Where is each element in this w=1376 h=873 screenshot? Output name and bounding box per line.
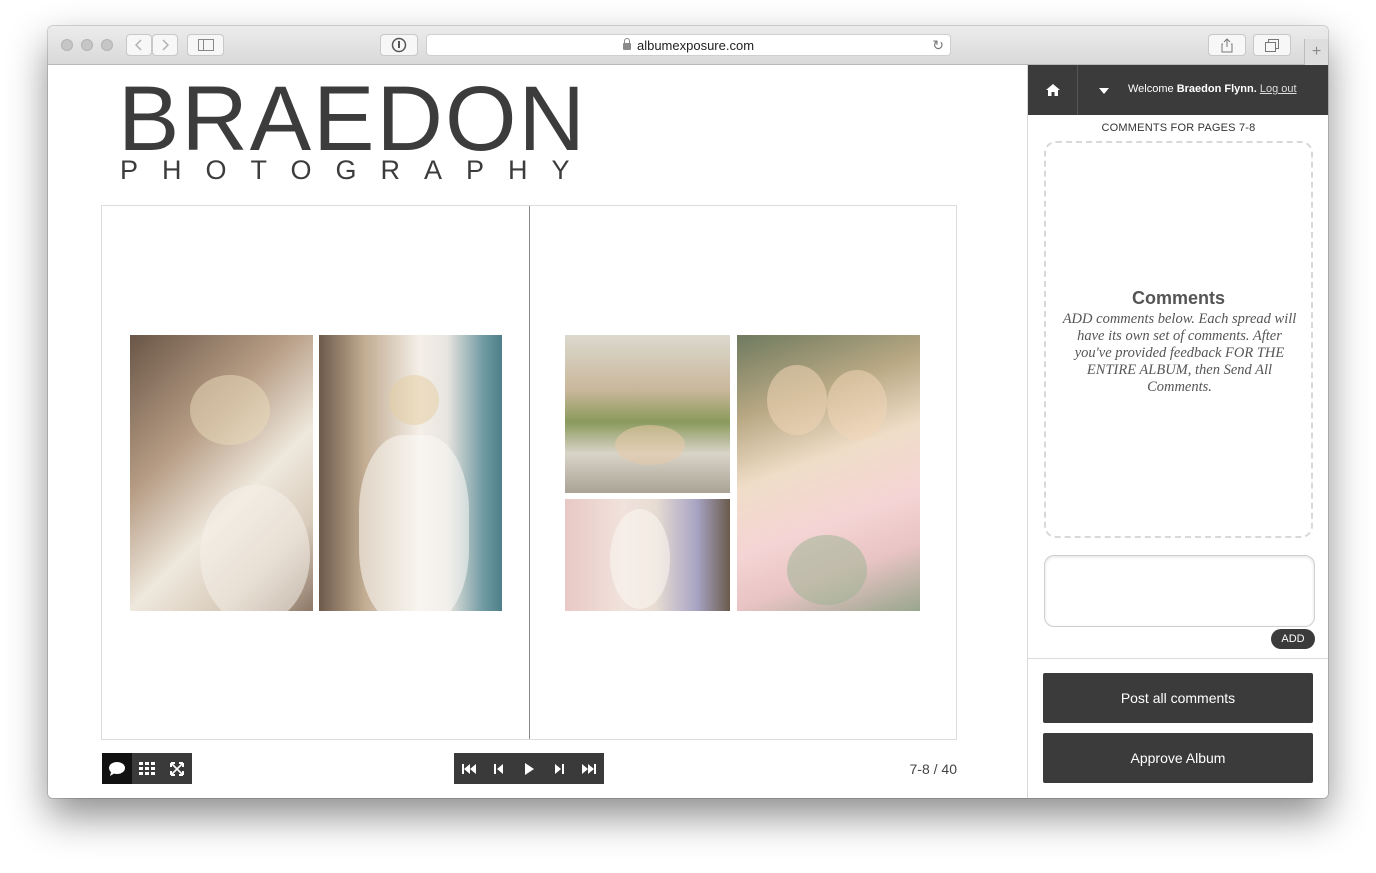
post-all-comments-button[interactable]: Post all comments	[1043, 673, 1313, 723]
new-tab-button[interactable]: +	[1304, 39, 1328, 65]
sidebar-divider	[1028, 658, 1328, 659]
navigation-controls	[454, 753, 604, 784]
address-bar[interactable]: albumexposure.com ↻	[426, 34, 951, 56]
url-text: albumexposure.com	[636, 37, 755, 53]
photo-bride-and-friend	[737, 335, 920, 611]
grid-view-button[interactable]	[132, 753, 162, 784]
comments-view-button[interactable]	[102, 753, 132, 784]
expand-icon	[170, 761, 184, 776]
menu-dropdown-icon[interactable]	[1099, 88, 1109, 94]
browser-window: albumexposure.com ↻ + BRAEDON PHOTOGRAPH…	[48, 26, 1328, 798]
add-comment-button[interactable]: ADD	[1271, 629, 1315, 649]
fullscreen-button[interactable]	[162, 753, 192, 784]
close-window-button[interactable]	[61, 39, 73, 51]
spread-spine	[529, 206, 530, 739]
step-back-icon	[494, 763, 503, 774]
comments-sidebar: Welcome Braedon Flynn. Log out COMMENTS …	[1027, 65, 1328, 798]
forward-button[interactable]	[152, 34, 178, 56]
back-button[interactable]	[126, 34, 152, 56]
share-icon	[1221, 37, 1233, 52]
password-manager-button[interactable]	[380, 34, 418, 56]
zoom-window-button[interactable]	[101, 39, 113, 51]
view-controls	[102, 753, 192, 784]
chevron-left-icon	[135, 39, 142, 51]
photo-bridesmaids	[565, 499, 730, 611]
user-name: Braedon Flynn.	[1176, 83, 1257, 95]
tabs-overview-button[interactable]	[1253, 34, 1291, 56]
album-spread[interactable]	[101, 205, 957, 740]
skip-to-start-icon	[462, 763, 476, 774]
page-indicator: 7-8 / 40	[909, 761, 957, 777]
previous-page-button[interactable]	[484, 753, 514, 784]
album-viewer: BRAEDON PHOTOGRAPHY 7-8 / 40	[48, 65, 1027, 798]
password-manager-icon	[391, 37, 407, 53]
speech-bubble-icon	[109, 761, 125, 776]
grid-icon	[139, 761, 155, 775]
last-page-button[interactable]	[574, 753, 604, 784]
logo-main-text: BRAEDON	[118, 68, 587, 170]
comments-list: Comments ADD comments below. Each spread…	[1044, 141, 1313, 538]
comments-instructions: ADD comments below. Each spread will hav…	[1062, 311, 1297, 395]
comment-input[interactable]	[1044, 555, 1315, 627]
first-page-button[interactable]	[454, 753, 484, 784]
home-button[interactable]	[1028, 65, 1078, 115]
skip-to-end-icon	[582, 763, 596, 774]
welcome-message: Welcome Braedon Flynn. Log out	[1128, 83, 1297, 95]
comments-header: COMMENTS FOR PAGES 7-8	[1101, 122, 1256, 134]
tabs-icon	[1265, 38, 1279, 52]
photo-bride-hair	[130, 335, 313, 611]
chevron-right-icon	[162, 39, 169, 51]
sidebar-toggle-button[interactable]	[187, 34, 224, 56]
logout-link[interactable]: Log out	[1260, 83, 1297, 95]
photo-bride-dress	[319, 335, 502, 611]
approve-album-button[interactable]: Approve Album	[1043, 733, 1313, 783]
plus-icon: +	[1311, 43, 1322, 60]
sidebar-topbar: Welcome Braedon Flynn. Log out	[1028, 65, 1328, 115]
logo-sub-text: PHOTOGRAPHY	[120, 155, 594, 185]
share-button[interactable]	[1208, 34, 1246, 56]
play-icon	[525, 762, 534, 775]
play-button[interactable]	[514, 753, 544, 784]
welcome-prefix: Welcome	[1128, 83, 1177, 95]
photo-shoes	[565, 335, 730, 493]
minimize-window-button[interactable]	[81, 39, 93, 51]
sidebar-icon	[197, 39, 214, 51]
browser-toolbar: albumexposure.com ↻ +	[48, 26, 1328, 65]
step-forward-icon	[555, 763, 564, 774]
next-page-button[interactable]	[544, 753, 574, 784]
reload-icon[interactable]: ↻	[932, 37, 944, 54]
comments-title: Comments	[1131, 288, 1225, 308]
home-icon	[1045, 84, 1060, 96]
lock-icon	[622, 37, 631, 50]
